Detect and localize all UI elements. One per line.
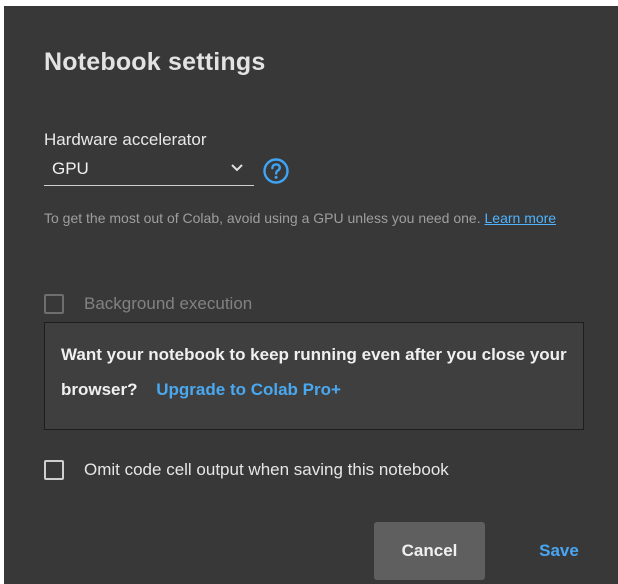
- help-circle-icon[interactable]: [262, 157, 290, 185]
- upgrade-colab-pro-plus-link[interactable]: Upgrade to Colab Pro+: [156, 380, 341, 399]
- dialog-title: Notebook settings: [44, 48, 266, 76]
- upgrade-promo-box: Want your notebook to keep running even …: [44, 322, 584, 430]
- chevron-down-icon: [231, 164, 243, 172]
- cancel-button[interactable]: Cancel: [374, 522, 485, 580]
- omit-output-label: Omit code cell output when saving this n…: [84, 460, 449, 479]
- upgrade-promo-text: Want your notebook to keep running even …: [61, 337, 571, 407]
- omit-output-checkbox[interactable]: [44, 460, 64, 480]
- description-text: To get the most out of Colab, avoid usin…: [44, 210, 481, 226]
- background-execution-checkbox[interactable]: [44, 294, 64, 314]
- notebook-settings-dialog: Notebook settings Hardware accelerator G…: [4, 6, 618, 584]
- learn-more-link[interactable]: Learn more: [485, 210, 557, 226]
- background-execution-label: Background execution: [84, 294, 253, 313]
- save-button[interactable]: Save: [514, 522, 604, 580]
- gpu-usage-description: To get the most out of Colab, avoid usin…: [44, 204, 584, 233]
- hardware-accelerator-value: GPU: [52, 159, 89, 178]
- hardware-accelerator-select[interactable]: GPU: [44, 154, 254, 186]
- hardware-accelerator-label: Hardware accelerator: [44, 130, 207, 149]
